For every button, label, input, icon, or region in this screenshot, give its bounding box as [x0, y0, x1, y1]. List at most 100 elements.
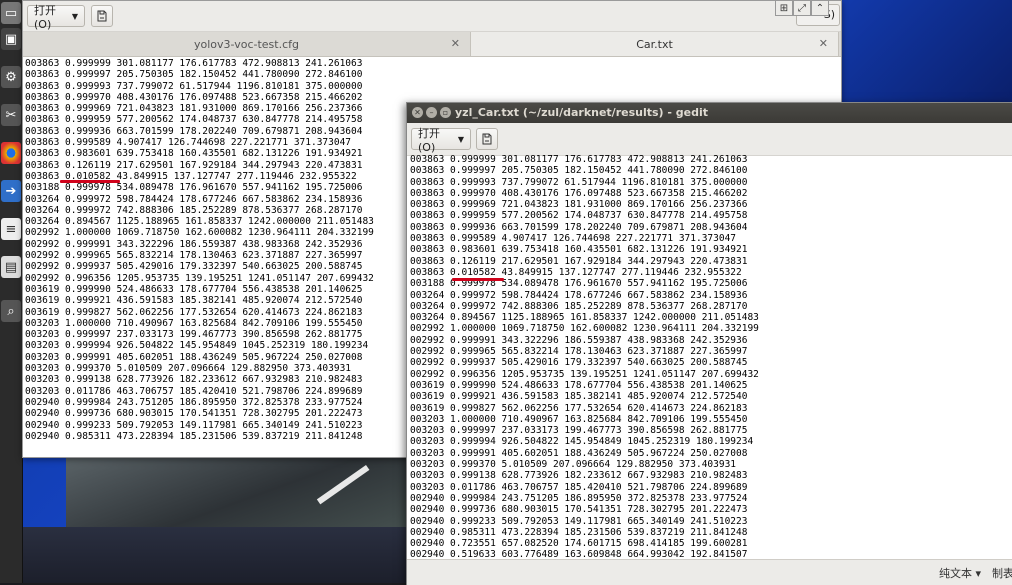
- text-line: 003203 0.999138 628.773926 182.233612 66…: [410, 470, 748, 482]
- tab-yolov3-cfg[interactable]: yolov3-voc-test.cfg ✕: [23, 32, 471, 56]
- text-line: 003264 0.999972 598.784424 178.677246 66…: [410, 289, 748, 301]
- status-bar: 纯文本 ▾ 制表: [407, 559, 1012, 585]
- text-line: 003264 0.999972 742.888306 185.252289 87…: [410, 300, 748, 312]
- text-line: 002940 0.999736 680.903015 170.541351 72…: [25, 408, 363, 420]
- files-icon[interactable]: ▭: [1, 2, 21, 24]
- text-line: 003863 0.999970 408.430176 176.097488 52…: [25, 91, 363, 103]
- text-line: 003203 0.999138 628.773926 182.233612 66…: [25, 374, 363, 386]
- text-line: 003863 0.999959 577.200562 174.048737 63…: [25, 114, 363, 126]
- tab-bar: yolov3-voc-test.cfg ✕ Car.txt ✕: [23, 32, 841, 57]
- save-icon: [482, 133, 492, 145]
- text-line: 003863 0.126119 217.629501 167.929184 34…: [410, 255, 748, 267]
- text-line: 002940 0.519633 603.776489 163.609848 66…: [410, 549, 748, 559]
- text-line: 003203 0.011786 463.706757 185.420410 52…: [410, 481, 748, 493]
- save-document-button[interactable]: [476, 128, 498, 150]
- chevron-down-icon: ▼: [457, 134, 464, 144]
- close-window-icon[interactable]: ✕: [412, 107, 423, 118]
- open-button[interactable]: 打开(O) ▼: [27, 4, 85, 31]
- text-line: 002992 0.999965 565.832214 178.130463 62…: [25, 250, 363, 262]
- text-line: 003203 0.999997 237.033173 199.467773 39…: [25, 329, 363, 341]
- text-line: 003863 0.983601 639.753418 160.435501 68…: [25, 148, 363, 160]
- window-title: yzl_Car.txt (~/zul/darknet/results) - ge…: [455, 106, 709, 119]
- tab-label: yolov3-voc-test.cfg: [194, 37, 299, 51]
- text-line: 003863 0.999969 721.043823 181.931000 86…: [25, 103, 363, 115]
- window-controls: ⊞ ⤢ ⌃: [775, 0, 835, 18]
- annotation-underline: [60, 180, 120, 183]
- settings-icon[interactable]: ⚙: [1, 66, 21, 88]
- document-text: 003863 0.999999 301.081177 176.617783 47…: [410, 154, 1010, 559]
- open-button-label: 打开(O): [418, 126, 440, 154]
- open-button[interactable]: 打开(O) ▼: [411, 127, 471, 154]
- text-line: 003863 0.126119 217.629501 167.929184 34…: [25, 159, 363, 171]
- text-view[interactable]: 003863 0.999999 301.081177 176.617783 47…: [410, 154, 1010, 559]
- text-line: 003863 0.999589 4.907417 126.744698 227.…: [410, 233, 737, 245]
- text-line: 002992 1.000000 1069.718750 162.600082 1…: [25, 227, 374, 239]
- text-line: 003203 0.999994 926.504822 145.954849 10…: [25, 340, 369, 352]
- text-line: 002940 0.999233 509.792053 149.117981 66…: [25, 419, 363, 431]
- launcher-bar: ▭ ▣ ⚙ ✂ ➔ ≡ ▤ ⌕: [0, 0, 23, 583]
- chrome-icon[interactable]: [1, 142, 21, 164]
- text-line: 003863 0.999969 721.043823 181.931000 86…: [410, 199, 748, 211]
- text-line: 002940 0.999984 243.751205 186.895950 37…: [410, 492, 748, 504]
- text-line: 003863 0.999589 4.907417 126.744698 227.…: [25, 137, 352, 149]
- text-line: 002940 0.999736 680.903015 170.541351 72…: [410, 504, 748, 516]
- text-line: 003203 0.011786 463.706757 185.420410 52…: [25, 385, 363, 397]
- text-line: 002992 0.999991 343.322296 186.559387 43…: [410, 334, 748, 346]
- text-line: 002992 0.999965 565.832214 178.130463 62…: [410, 346, 748, 358]
- network-icon[interactable]: ➔: [1, 180, 21, 202]
- text-line: 002940 0.985311 473.228394 185.231506 53…: [25, 430, 363, 442]
- text-line: 003619 0.999827 562.062256 177.532654 62…: [25, 306, 363, 318]
- text-line: 003863 0.999993 737.799072 61.517944 119…: [25, 80, 363, 92]
- tab-car-txt[interactable]: Car.txt ✕: [471, 32, 839, 56]
- text-line: 003863 0.999993 737.799072 61.517944 119…: [410, 176, 748, 188]
- document-icon[interactable]: ▤: [1, 256, 21, 278]
- save-icon: [97, 10, 107, 22]
- text-line: 003863 0.983601 639.753418 160.435501 68…: [410, 244, 748, 256]
- chevron-down-icon: ▼: [71, 11, 78, 21]
- text-line: 003863 0.010582 43.849915 137.127747 277…: [410, 266, 742, 278]
- text-line: 003863 0.999936 663.701599 178.202240 70…: [410, 221, 748, 233]
- close-tab-icon[interactable]: ✕: [451, 37, 460, 50]
- resize-icon[interactable]: ⤢: [793, 0, 811, 16]
- gedit-icon[interactable]: ≡: [1, 218, 21, 240]
- text-line: 003619 0.999921 436.591583 185.382141 48…: [410, 391, 748, 403]
- text-line: 002940 0.999984 243.751205 186.895950 37…: [25, 396, 363, 408]
- text-line: 003203 0.999991 405.602051 188.436249 50…: [25, 351, 363, 363]
- text-line: 003203 1.000000 710.490967 163.825684 84…: [410, 413, 748, 425]
- tab-width-selector[interactable]: 制表: [992, 565, 1012, 581]
- text-line: 003619 0.999921 436.591583 185.382141 48…: [25, 295, 363, 307]
- text-line: 003188 0.999978 534.089478 176.961670 55…: [25, 182, 363, 194]
- text-line: 003264 0.894567 1125.188965 161.858337 1…: [25, 216, 374, 228]
- text-line: 003863 0.999999 301.081177 176.617783 47…: [25, 58, 363, 69]
- text-line: 003619 0.999827 562.062256 177.532654 62…: [410, 402, 748, 414]
- wallpaper-bottom-strip: [0, 527, 408, 583]
- wallpaper-road-image: [66, 455, 416, 527]
- text-line: 003863 0.999936 663.701599 178.202240 70…: [25, 125, 363, 137]
- search-icon[interactable]: ⌕: [1, 300, 21, 322]
- gedit-window: ✕ – ▫ yzl_Car.txt (~/zul/darknet/results…: [406, 102, 1012, 585]
- language-selector[interactable]: 纯文本 ▾: [939, 565, 981, 581]
- text-line: 003863 0.999970 408.430176 176.097488 52…: [410, 187, 748, 199]
- text-line: 002992 0.999937 505.429016 179.332397 54…: [25, 261, 363, 273]
- menu-grid-icon[interactable]: ⊞: [775, 0, 793, 16]
- text-line: 003264 0.999972 598.784424 178.677246 66…: [25, 193, 363, 205]
- close-tab-icon[interactable]: ✕: [819, 37, 828, 50]
- text-line: 002940 0.999233 509.792053 149.117981 66…: [410, 515, 748, 527]
- text-line: 003203 0.999370 5.010509 207.096664 129.…: [25, 363, 352, 375]
- text-line: 003264 0.999972 742.888306 185.252289 87…: [25, 204, 363, 216]
- toolbar: 打开(O) ▼: [23, 1, 841, 32]
- text-line: 003203 0.999370 5.010509 207.096664 129.…: [410, 459, 737, 471]
- text-line: 003619 0.999990 524.486633 178.677704 55…: [410, 379, 748, 391]
- tools-icon[interactable]: ✂: [1, 104, 21, 126]
- text-line: 003203 0.999991 405.602051 188.436249 50…: [410, 447, 748, 459]
- text-line: 003203 1.000000 710.490967 163.825684 84…: [25, 317, 363, 329]
- text-line: 002992 0.996356 1205.953735 139.195251 1…: [25, 272, 374, 284]
- text-line: 003863 0.999997 205.750305 182.150452 44…: [410, 165, 748, 177]
- text-line: 003203 0.999997 237.033173 199.467773 39…: [410, 425, 748, 437]
- terminal-icon[interactable]: ▣: [1, 28, 21, 50]
- minimize-window-icon[interactable]: –: [426, 107, 437, 118]
- chevron-up-icon[interactable]: ⌃: [811, 0, 829, 16]
- text-line: 002992 1.000000 1069.718750 162.600082 1…: [410, 323, 759, 335]
- maximize-window-icon[interactable]: ▫: [440, 107, 451, 118]
- save-document-button[interactable]: [91, 5, 113, 27]
